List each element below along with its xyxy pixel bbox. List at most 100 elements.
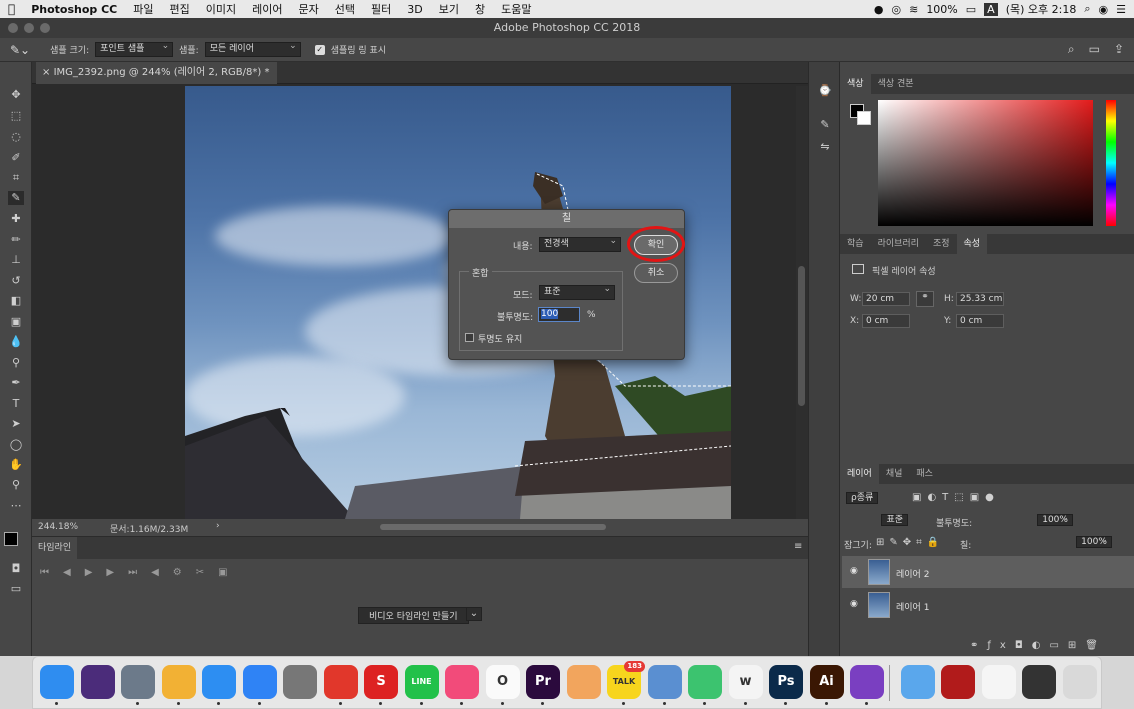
share-icon[interactable]: ⇪ [1114, 42, 1124, 57]
visibility-eye-icon[interactable]: ◉ [850, 599, 858, 609]
battery-icon[interactable]: ▭ [966, 3, 976, 16]
link-icon[interactable]: ⚭ [916, 291, 934, 307]
scroll-thumb[interactable] [798, 266, 805, 406]
layer-row-1[interactable]: ◉ 레이어 1 [842, 589, 1134, 621]
input-source[interactable]: A [984, 2, 998, 16]
sample-size-select[interactable]: 포인트 샘플 [95, 40, 174, 57]
menu-image[interactable]: 이미지 [198, 1, 244, 17]
height-input[interactable]: 25.33 cm [956, 292, 1004, 306]
tab-libraries[interactable]: 라이브러리 [871, 234, 926, 254]
healing-tool-icon[interactable]: ✚ [8, 212, 24, 226]
timeline-menu-icon[interactable]: ≡ [794, 541, 802, 552]
dock-folx-icon[interactable] [566, 665, 601, 699]
zoom-level[interactable]: 244.18% [38, 522, 78, 532]
clock[interactable]: (목) 오후 2:18 [1006, 1, 1077, 17]
dock-illustrator-icon[interactable]: Ai [809, 665, 844, 699]
quick-mask-icon[interactable]: ◘ [8, 562, 24, 576]
hand-tool-icon[interactable]: ✋ [8, 458, 24, 472]
dock-system-preferences-icon[interactable] [283, 665, 317, 699]
dock-bandicam-icon[interactable] [323, 665, 358, 699]
opacity-input[interactable]: 100 [538, 307, 580, 322]
color-bg-swatch[interactable] [857, 111, 871, 125]
dock-premiere-icon[interactable]: Pr [526, 665, 560, 699]
mode-select[interactable]: 표준 [539, 283, 615, 300]
tab-channels[interactable]: 채널 [879, 464, 910, 484]
spotlight-icon[interactable]: ⌕ [1084, 2, 1090, 16]
dock-photoshop-icon[interactable]: Ps [769, 665, 803, 699]
tab-adjustments[interactable]: 조정 [926, 234, 957, 254]
apple-menu-icon[interactable]:  [0, 2, 23, 16]
close-window-icon[interactable] [8, 23, 18, 33]
dock-atom-icon[interactable] [688, 665, 722, 699]
close-tab-icon[interactable]: × [42, 67, 50, 78]
dock-downloads-icon[interactable] [900, 665, 935, 699]
tab-swatches[interactable]: 색상 견본 [871, 74, 921, 94]
menu-filter[interactable]: 필터 [363, 1, 399, 17]
layers-opacity-input[interactable]: 100% [1037, 514, 1073, 526]
fill-input[interactable]: 100% [1076, 536, 1112, 548]
visibility-eye-icon[interactable]: ◉ [850, 566, 858, 576]
workspace-icon[interactable]: ▭ [1089, 42, 1100, 57]
status-menu-chevron-icon[interactable]: › [216, 521, 220, 531]
layer-filter-icons[interactable]: ▣◐T⬚▣● [912, 492, 1000, 503]
stamp-tool-icon[interactable]: ⊥ [8, 253, 24, 267]
dock-trash-icon[interactable] [1062, 665, 1097, 699]
menu-app-name[interactable]: Photoshop CC [23, 3, 125, 16]
tab-properties[interactable]: 속성 [956, 234, 988, 254]
battery-label[interactable]: 100% [926, 3, 957, 16]
y-input[interactable]: 0 cm [956, 314, 1004, 328]
layer-row-2[interactable]: ◉ 레이어 2 [842, 556, 1134, 588]
minimize-window-icon[interactable] [24, 23, 34, 33]
dock-app-store-icon[interactable] [242, 665, 277, 699]
preserve-transparency-checkbox[interactable] [465, 333, 474, 342]
width-input[interactable]: 20 cm [862, 292, 910, 306]
creative-cloud-icon[interactable]: ● [874, 3, 884, 16]
timeline-options-chevron-icon[interactable]: ⌄ [466, 607, 482, 621]
menu-layer[interactable]: 레이어 [244, 1, 290, 17]
brush-tool-icon[interactable]: ✏ [8, 233, 24, 247]
dock-document-icon[interactable] [981, 665, 1016, 699]
tab-learn[interactable]: 학습 [840, 234, 871, 254]
sample-select[interactable]: 모든 레이어 [204, 40, 301, 57]
tab-timeline[interactable]: 타임라인 [32, 537, 78, 559]
dock-github-icon[interactable] [850, 665, 884, 699]
canvas-vertical-scrollbar[interactable] [796, 86, 808, 519]
dock-scrivener-icon[interactable]: S [364, 665, 398, 699]
dock-launchpad-icon[interactable] [121, 665, 155, 699]
search-icon[interactable]: ⌕ [1068, 42, 1075, 57]
pen-tool-icon[interactable]: ✒ [8, 376, 24, 390]
crop-tool-icon[interactable]: ⌗ [8, 171, 24, 185]
zoom-tool-icon[interactable]: ⚲ [8, 478, 24, 492]
history-brush-icon[interactable]: ↺ [8, 274, 24, 288]
foreground-color-swatch[interactable] [4, 532, 18, 546]
dock-line-icon[interactable]: LINE [404, 665, 439, 699]
gradient-tool-icon[interactable]: ▣ [8, 315, 24, 329]
layer-actions[interactable]: ⚭ƒx◘◐▭⊞🗑 [970, 640, 1107, 651]
move-tool-icon[interactable]: ✥ [8, 88, 24, 102]
more-tools-icon[interactable]: ⋯ [8, 499, 24, 513]
path-select-icon[interactable]: ➤ [8, 417, 24, 431]
tab-color[interactable]: 색상 [840, 74, 871, 94]
screen-mode-icon[interactable]: ▭ [8, 582, 24, 596]
tab-paths[interactable]: 패스 [909, 464, 940, 484]
dodge-tool-icon[interactable]: ⚲ [8, 356, 24, 370]
canvas-horizontal-scrollbar[interactable] [380, 524, 606, 530]
ellipse-tool-icon[interactable]: ◯ [8, 438, 24, 452]
dock-opera-icon[interactable]: O [485, 665, 520, 699]
menu-view[interactable]: 보기 [431, 1, 467, 17]
eraser-tool-icon[interactable]: ◧ [8, 294, 24, 308]
menu-select[interactable]: 선택 [327, 1, 363, 17]
marquee-tool-icon[interactable]: ⬚ [8, 109, 24, 123]
wifi-icon[interactable]: ≋ [909, 3, 918, 16]
dock-safari-icon[interactable] [202, 665, 236, 699]
dock-photos-icon[interactable] [161, 665, 196, 699]
menu-window[interactable]: 창 [467, 1, 493, 17]
document-tab[interactable]: × IMG_2392.png @ 244% (레이어 2, RGB/8*) * [36, 62, 278, 84]
zoom-window-icon[interactable] [40, 23, 50, 33]
tab-layers[interactable]: 레이어 [840, 464, 879, 484]
eyedropper-preset-icon[interactable]: ✎⌄ [10, 43, 30, 57]
quick-select-tool-icon[interactable]: ✐ [8, 151, 24, 165]
blend-mode-select[interactable]: 표준 [881, 514, 909, 526]
menu-help[interactable]: 도움말 [493, 1, 539, 17]
dock-wunderlist-icon[interactable]: w [728, 665, 763, 699]
